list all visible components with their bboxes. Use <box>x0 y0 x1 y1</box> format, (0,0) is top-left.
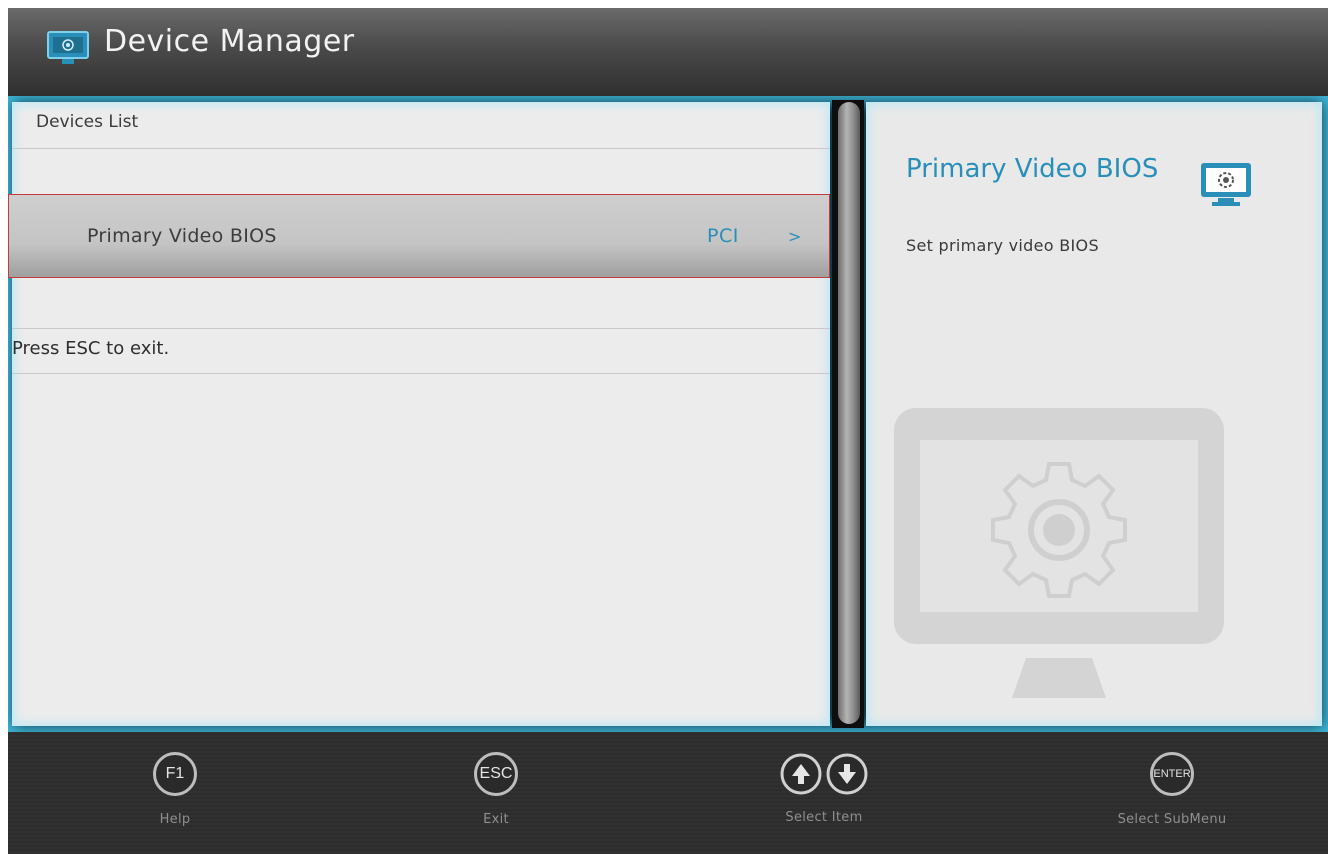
f1-key-icon: F1 <box>153 752 197 796</box>
help-description: Set primary video BIOS <box>906 236 1099 255</box>
esc-key-icon: ESC <box>474 752 518 796</box>
scrollbar-thumb[interactable] <box>838 102 860 724</box>
chevron-right-icon: > <box>788 227 802 246</box>
divider <box>12 148 830 149</box>
key-label: Exit <box>483 812 509 827</box>
header-bar: Device Manager <box>8 8 1328 96</box>
key-select-item[interactable]: Select Item <box>752 752 896 825</box>
enter-key-icon: ENTER <box>1150 752 1194 796</box>
exit-hint: Press ESC to exit. <box>12 338 170 359</box>
key-label: Help <box>159 812 191 827</box>
arrow-up-down-icon <box>780 753 868 795</box>
main-area: Devices List Primary Video BIOS PCI > Pr… <box>8 96 1328 732</box>
help-title: Primary Video BIOS <box>906 154 1159 184</box>
monitor-gear-icon <box>894 408 1224 698</box>
bios-frame: Device Manager Devices List Primary Vide… <box>8 8 1328 854</box>
help-panel: Primary Video BIOS Set primary video BIO… <box>866 102 1322 726</box>
divider <box>12 373 830 374</box>
monitor-gear-icon <box>47 31 89 64</box>
menu-item-value: PCI <box>707 225 739 247</box>
key-label: Select SubMenu <box>1117 812 1227 827</box>
divider <box>12 328 830 329</box>
footer-keybar: F1 Help ESC Exit Select Item ENTER Selec… <box>8 732 1328 854</box>
devices-list-panel: Devices List Primary Video BIOS PCI > Pr… <box>8 102 830 726</box>
monitor-gear-icon <box>1201 163 1251 206</box>
key-help[interactable]: F1 Help <box>110 752 240 827</box>
page-title: Device Manager <box>104 24 355 59</box>
key-exit[interactable]: ESC Exit <box>431 752 561 827</box>
section-title: Devices List <box>36 112 139 132</box>
key-label: Select Item <box>785 810 863 825</box>
key-select-submenu[interactable]: ENTER Select SubMenu <box>1100 752 1244 827</box>
menu-item-label: Primary Video BIOS <box>87 225 277 247</box>
menu-item-primary-video-bios[interactable]: Primary Video BIOS PCI > <box>8 194 830 278</box>
